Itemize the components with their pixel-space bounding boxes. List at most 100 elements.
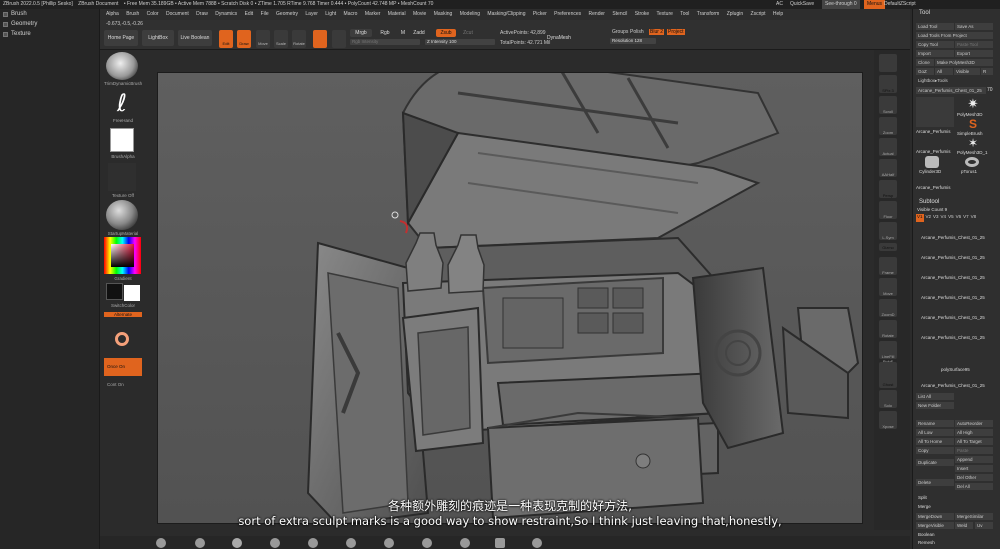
subtool-title[interactable]: Subtool — [919, 199, 939, 205]
menu-item[interactable]: Picker — [533, 11, 547, 17]
mrgb-button[interactable]: Mrgb — [350, 29, 372, 37]
all-high-button[interactable]: All High — [955, 429, 993, 436]
current-tool-slider[interactable]: Arcane_Perfumis_Chest_01_25 — [916, 87, 986, 94]
menu-item[interactable]: Modeling — [460, 11, 480, 17]
dynamesh-button[interactable]: DynaMesh — [545, 30, 573, 46]
see-through-slider[interactable]: See-through 0 — [822, 0, 860, 9]
remesh-section[interactable]: Remesh — [918, 540, 935, 545]
delete-button[interactable]: Delete — [916, 479, 954, 486]
subtool-item[interactable]: Arcane_Perfumis_Chest_01_25 — [921, 255, 985, 260]
visible-button[interactable]: Visible — [954, 68, 980, 75]
menu-item[interactable]: Tool — [680, 11, 689, 17]
brush-slot-icon[interactable] — [460, 538, 470, 548]
make-polymesh-button[interactable]: Make PolyMesh3D — [935, 59, 993, 66]
default-zscript-button[interactable]: DefaultZScript — [884, 0, 916, 9]
move-button[interactable]: Move — [256, 30, 270, 48]
floor-button[interactable]: Floor — [879, 201, 897, 219]
v-tab[interactable]: V5 — [948, 214, 954, 222]
lsym-button[interactable]: L.Sym — [879, 222, 897, 240]
paste-tool-button[interactable]: Paste Tool — [955, 41, 993, 48]
uv-button[interactable]: Uv — [975, 522, 993, 529]
cylinder-icon[interactable] — [925, 156, 939, 168]
z-intensity-slider[interactable]: Z Intensity 100 — [425, 39, 495, 45]
live-boolean-button[interactable]: Live Boolean — [178, 30, 212, 46]
all-button[interactable]: All — [935, 68, 953, 75]
rename-button[interactable]: Rename — [916, 420, 954, 427]
merge-down-button[interactable]: MergeDown — [916, 513, 954, 520]
brush-slot-icon[interactable] — [232, 538, 242, 548]
brush-slot-icon[interactable] — [532, 538, 542, 548]
zcut-button[interactable]: Zcut — [460, 29, 476, 37]
star-icon[interactable]: ✷ — [963, 97, 983, 111]
paste-button[interactable]: Paste — [955, 447, 993, 454]
v-tab[interactable]: V6 — [956, 214, 962, 222]
copy-button[interactable]: Copy — [916, 447, 954, 454]
tool-thumb[interactable] — [916, 97, 954, 127]
brush-slot-icon[interactable] — [270, 538, 280, 548]
move-view-button[interactable]: Move — [879, 278, 897, 296]
subtool-item[interactable]: polySurface95 — [941, 367, 970, 372]
new-folder-button[interactable]: New Folder — [916, 402, 954, 409]
edit-button[interactable]: Edit — [219, 30, 233, 48]
star-icon[interactable]: ✶ — [963, 137, 983, 149]
menu-item[interactable]: Layer — [305, 11, 318, 17]
scale-button[interactable]: Scale — [274, 30, 288, 48]
lightbox-tools-button[interactable]: Lightbox▸Tools — [916, 77, 993, 84]
lazy-mouse-icon[interactable] — [115, 332, 129, 346]
menu-item[interactable]: Movie — [413, 11, 426, 17]
main-color-swatch[interactable] — [106, 283, 123, 300]
brush-slot-icon[interactable] — [384, 538, 394, 548]
color-picker[interactable] — [104, 237, 141, 274]
subtool-item[interactable]: Arcane_Perfumis_Chest_01_25 — [921, 275, 985, 280]
save-as-button[interactable]: Save As — [955, 23, 993, 30]
polish-toggle[interactable]: Polish — [630, 29, 644, 35]
blur-slider[interactable]: Blur 2 — [649, 29, 665, 35]
insert-button[interactable]: Insert — [955, 465, 993, 472]
menu-item[interactable]: Geometry — [276, 11, 298, 17]
aahalf-button[interactable]: AAHalf — [879, 159, 897, 177]
tool-panel-title[interactable]: Tool — [919, 10, 930, 16]
menu-item[interactable]: Draw — [196, 11, 208, 17]
simplebrush-icon[interactable]: S — [965, 118, 981, 130]
spix-button[interactable]: SPix 3 — [879, 75, 897, 93]
del-other-button[interactable]: Del Other — [955, 474, 993, 481]
brush-slot-icon[interactable] — [308, 538, 318, 548]
frame-button[interactable]: Frame — [879, 257, 897, 275]
actual-button[interactable]: Actual — [879, 138, 897, 156]
home-page-button[interactable]: Home Page — [104, 30, 138, 46]
all-low-button[interactable]: All Low — [916, 429, 954, 436]
brush-thumbnail[interactable] — [106, 52, 138, 80]
draw-button[interactable]: Draw — [237, 30, 251, 48]
menu-item[interactable]: Preferences — [554, 11, 581, 17]
export-button[interactable]: Export — [955, 50, 993, 57]
v-tab[interactable]: V4 — [941, 214, 947, 222]
menu-item[interactable]: Zscript — [751, 11, 766, 17]
menu-item[interactable]: Alpha — [106, 11, 119, 17]
once-on-button[interactable]: Once On — [104, 358, 142, 376]
menu-item[interactable]: Transform — [697, 11, 720, 17]
material-thumbnail[interactable] — [106, 200, 138, 230]
duplicate-button[interactable]: Duplicate — [916, 459, 954, 466]
m-button[interactable]: M — [398, 29, 408, 37]
brush-slot-icon[interactable] — [495, 538, 505, 548]
quicksave-button[interactable]: QuickSave — [790, 0, 814, 9]
menu-item[interactable]: Help — [773, 11, 783, 17]
list-all-button[interactable]: List All — [916, 393, 954, 400]
menu-item[interactable]: Material — [388, 11, 406, 17]
load-tool-button[interactable]: Load Tool — [916, 23, 954, 30]
texture-thumbnail[interactable] — [108, 163, 136, 191]
resolution-slider[interactable]: Resolution 128 — [610, 38, 656, 44]
cont-on-button[interactable]: Cont On — [104, 382, 142, 387]
switch-color-label[interactable]: SwitchColor — [104, 303, 142, 308]
subtool-item[interactable]: Arcane_Perfumis_Chest_01_25 — [921, 335, 985, 340]
lightbox-button[interactable]: LightBox — [142, 30, 174, 46]
rgb-intensity-slider[interactable]: Rgb Intensity — [350, 39, 420, 45]
viewport-canvas[interactable] — [157, 72, 863, 524]
all-to-target-button[interactable]: All To Target — [955, 438, 993, 445]
torus-icon[interactable] — [965, 157, 979, 167]
menu-item[interactable]: Render — [589, 11, 605, 17]
rotate-view-button[interactable]: Rotate — [879, 320, 897, 338]
all-to-home-button[interactable]: All To Home — [916, 438, 954, 445]
zoomd-button[interactable]: ZoomD — [879, 299, 897, 317]
subtool-item[interactable]: Arcane_Perfumis_Chest_01_25 — [921, 383, 985, 388]
